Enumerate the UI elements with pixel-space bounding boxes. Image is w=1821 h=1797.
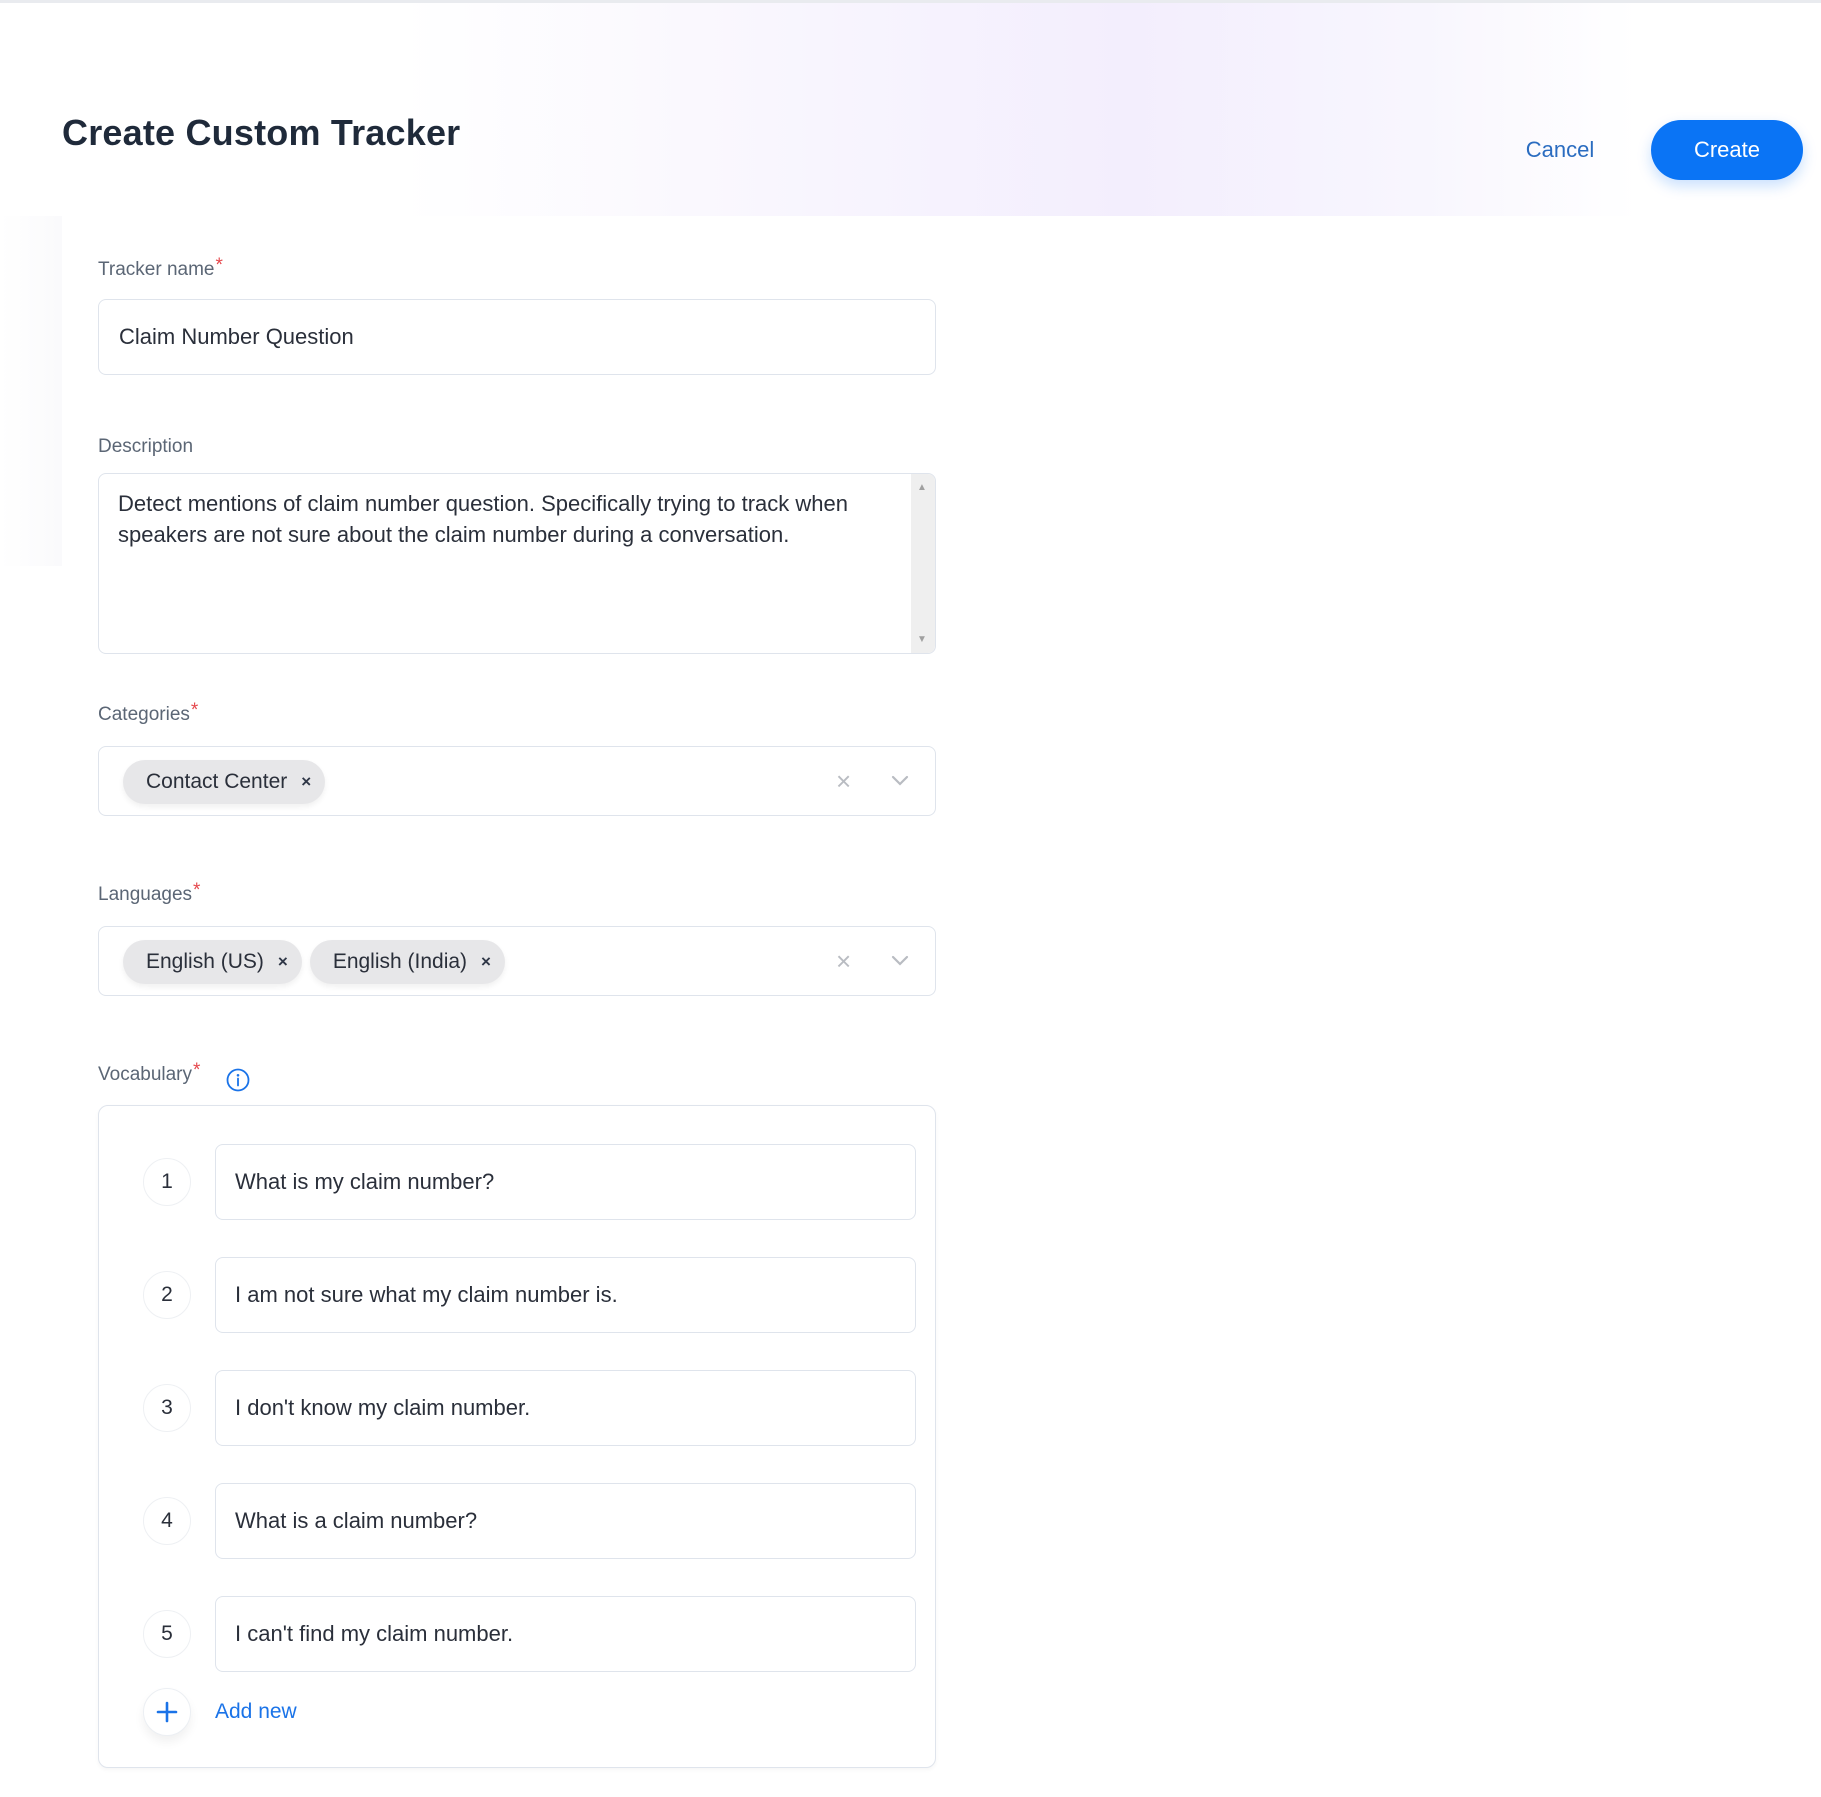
description-scrollbar[interactable]: ▲ ▼ bbox=[911, 474, 935, 653]
remove-chip-icon[interactable]: × bbox=[301, 772, 311, 792]
categories-select[interactable]: Contact Center × × bbox=[98, 746, 936, 816]
languages-label-text: Languages bbox=[98, 884, 193, 905]
side-shade bbox=[0, 216, 62, 566]
tracker-name-input[interactable] bbox=[98, 299, 936, 375]
chevron-down-icon[interactable] bbox=[889, 769, 911, 791]
vocabulary-item-input[interactable] bbox=[215, 1257, 916, 1333]
chevron-down-icon[interactable] bbox=[889, 949, 911, 971]
vocabulary-item-number: 3 bbox=[143, 1384, 191, 1432]
required-asterisk: * bbox=[193, 880, 201, 901]
vocabulary-item-input[interactable] bbox=[215, 1483, 916, 1559]
add-new-label[interactable]: Add new bbox=[215, 1700, 297, 1724]
add-new-vocabulary-button[interactable]: Add new bbox=[143, 1688, 297, 1736]
vocabulary-item-number: 1 bbox=[143, 1158, 191, 1206]
create-button[interactable]: Create bbox=[1651, 120, 1803, 180]
vocabulary-label-text: Vocabulary bbox=[98, 1064, 193, 1085]
required-asterisk: * bbox=[193, 1060, 201, 1081]
vocabulary-item: 3 bbox=[99, 1370, 935, 1446]
category-chip-label: Contact Center bbox=[146, 770, 288, 793]
description-label: Description bbox=[98, 436, 194, 457]
remove-chip-icon[interactable]: × bbox=[481, 952, 491, 972]
categories-label-text: Categories bbox=[98, 704, 190, 725]
page-title: Create Custom Tracker bbox=[62, 112, 461, 153]
plus-icon bbox=[156, 1701, 178, 1723]
cancel-button[interactable]: Cancel bbox=[1510, 130, 1610, 170]
clear-all-icon[interactable]: × bbox=[836, 946, 851, 977]
scroll-up-arrow-icon[interactable]: ▲ bbox=[917, 482, 927, 493]
add-button-circle[interactable] bbox=[143, 1688, 191, 1736]
vocabulary-item: 1 bbox=[99, 1144, 935, 1220]
categories-label: Categories* bbox=[98, 700, 198, 726]
categories-chips: Contact Center × bbox=[123, 760, 326, 804]
language-chip-label: English (US) bbox=[146, 950, 264, 973]
vocabulary-item-input[interactable] bbox=[215, 1596, 916, 1672]
language-chip-label: English (India) bbox=[332, 950, 468, 973]
vocabulary-item-input[interactable] bbox=[215, 1370, 916, 1446]
vocabulary-item: 2 bbox=[99, 1257, 935, 1333]
language-chip: English (India) × bbox=[309, 940, 505, 984]
languages-select[interactable]: English (US) × English (India) × × bbox=[98, 926, 936, 996]
description-text[interactable]: Detect mentions of claim number question… bbox=[118, 488, 888, 550]
description-textarea[interactable]: Detect mentions of claim number question… bbox=[98, 473, 936, 654]
languages-chips: English (US) × English (India) × bbox=[123, 940, 505, 984]
language-chip: English (US) × bbox=[123, 940, 302, 984]
scroll-down-arrow-icon[interactable]: ▼ bbox=[917, 634, 927, 645]
clear-all-icon[interactable]: × bbox=[836, 766, 851, 797]
vocabulary-item-number: 2 bbox=[143, 1271, 191, 1319]
required-asterisk: * bbox=[190, 700, 199, 721]
vocabulary-label: Vocabulary* bbox=[98, 1060, 200, 1086]
tracker-name-label: Tracker name* bbox=[98, 255, 223, 281]
vocabulary-item: 4 bbox=[99, 1483, 935, 1559]
header-background bbox=[0, 3, 1821, 216]
vocabulary-box: 1 2 3 4 5 Add new bbox=[98, 1105, 936, 1768]
vocabulary-item-number: 5 bbox=[143, 1610, 191, 1658]
tracker-name-label-text: Tracker name bbox=[98, 259, 215, 280]
vocabulary-item-number: 4 bbox=[143, 1497, 191, 1545]
remove-chip-icon[interactable]: × bbox=[278, 952, 288, 972]
vocabulary-item-input[interactable] bbox=[215, 1144, 916, 1220]
languages-label: Languages* bbox=[98, 880, 200, 906]
info-icon[interactable] bbox=[225, 1067, 251, 1093]
required-asterisk: * bbox=[215, 255, 223, 276]
category-chip: Contact Center × bbox=[123, 760, 326, 804]
vocabulary-item: 5 bbox=[99, 1596, 935, 1672]
